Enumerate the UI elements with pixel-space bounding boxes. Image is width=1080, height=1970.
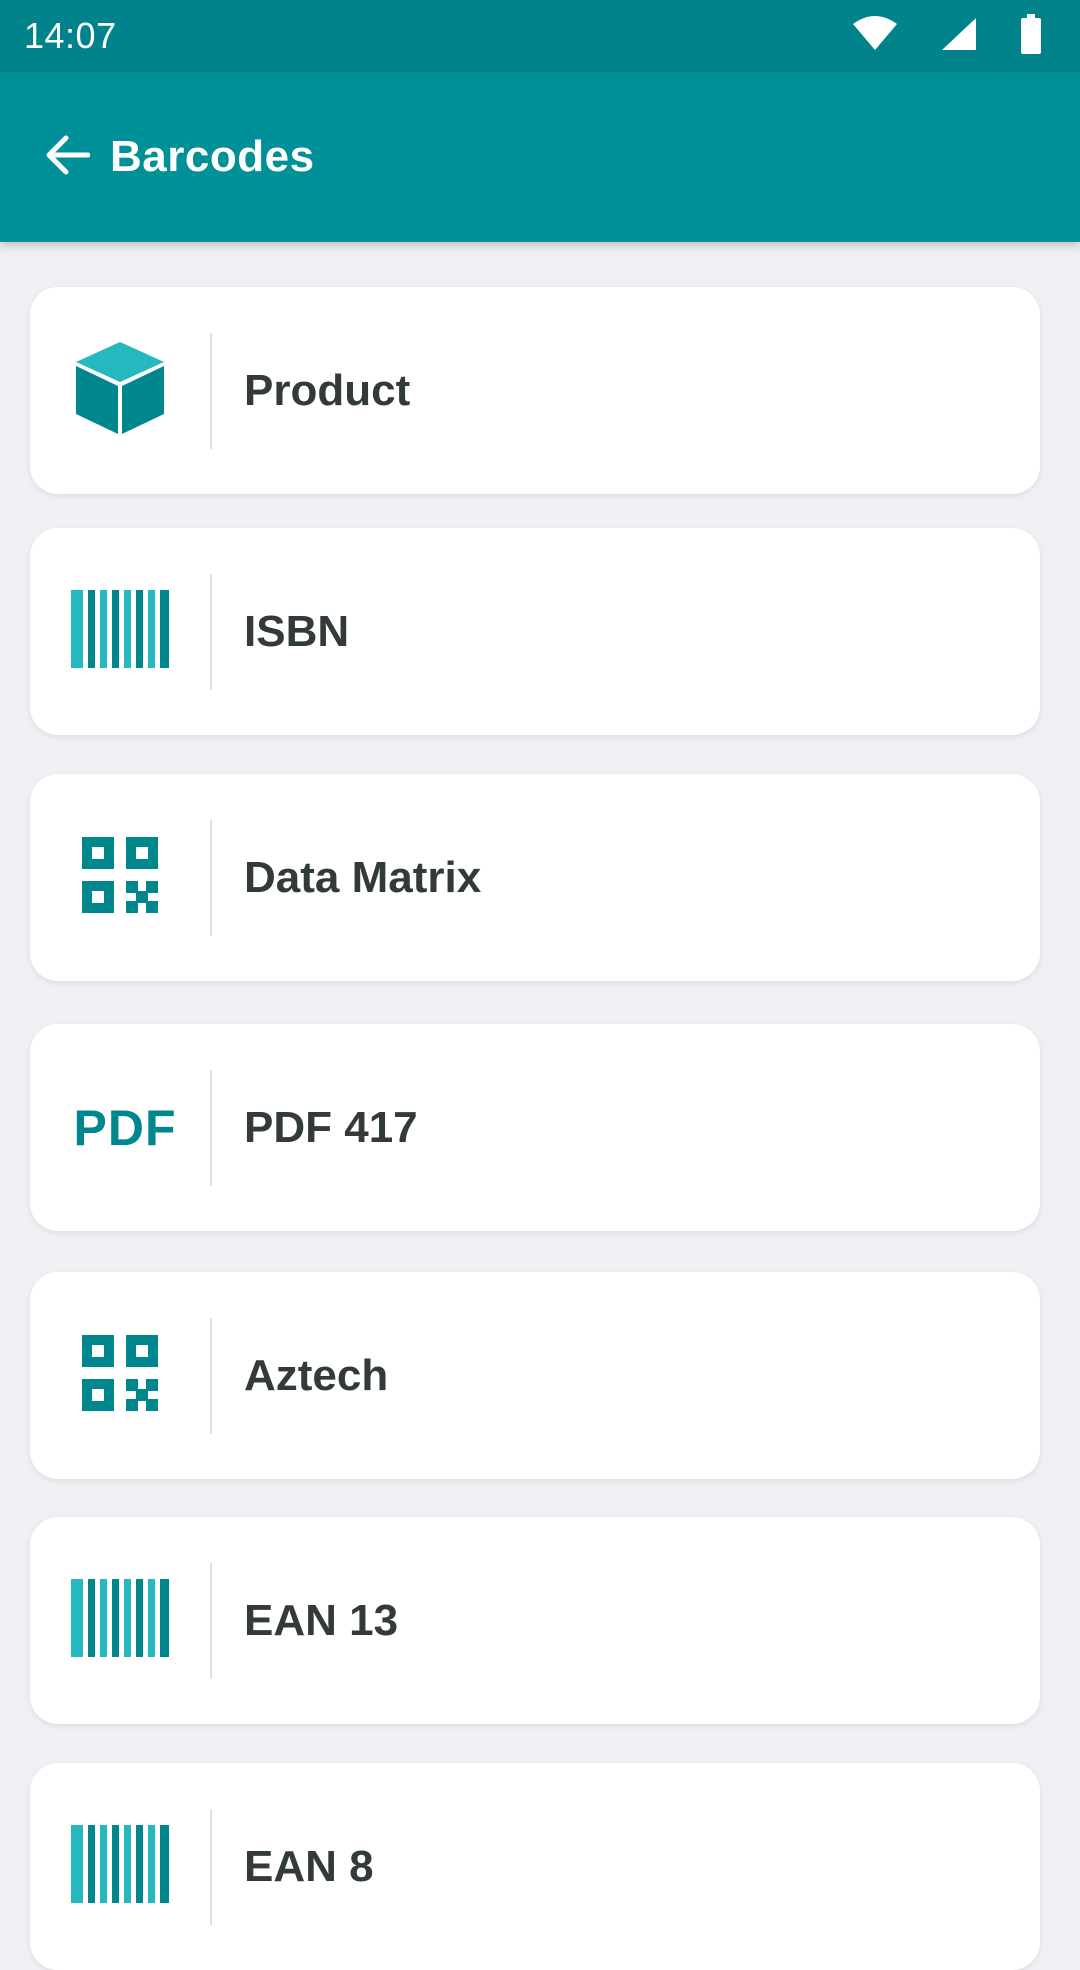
- cell-signal-icon: [940, 16, 978, 57]
- qr-code-icon: [82, 1335, 158, 1416]
- barcode-icon: [71, 1825, 169, 1908]
- list-item-product[interactable]: Product: [30, 287, 1040, 494]
- list-item-label: Data Matrix: [244, 852, 482, 902]
- divider: [210, 332, 212, 449]
- list-item-label: EAN 13: [244, 1595, 399, 1645]
- divider: [210, 573, 212, 690]
- list-item-label: Aztech: [244, 1350, 389, 1400]
- list-item-icon-wrap: [30, 1272, 210, 1479]
- divider: [210, 1317, 212, 1434]
- list-item-label: ISBN: [244, 606, 350, 656]
- list-item-isbn[interactable]: ISBN: [30, 528, 1040, 735]
- divider: [210, 1808, 212, 1925]
- back-button[interactable]: [44, 133, 92, 181]
- app-bar: Barcodes: [0, 72, 1080, 242]
- list-item-icon-wrap: [30, 287, 210, 494]
- list-item-icon-wrap: PDF: [30, 1024, 210, 1231]
- list-item-icon-wrap: [30, 1517, 210, 1724]
- barcode-icon: [71, 590, 169, 673]
- list-item-aztech[interactable]: Aztech: [30, 1272, 1040, 1479]
- list-item-icon-wrap: [30, 528, 210, 735]
- list-item-label: Product: [244, 365, 411, 415]
- battery-icon: [1020, 13, 1042, 59]
- list-item-icon-wrap: [30, 774, 210, 981]
- page-title: Barcodes: [110, 132, 315, 181]
- status-icons: [852, 13, 1042, 59]
- qr-code-icon: [82, 837, 158, 918]
- list-item-ean-8[interactable]: EAN 8: [30, 1763, 1040, 1970]
- list-item-data-matrix[interactable]: Data Matrix: [30, 774, 1040, 981]
- list-item-icon-wrap: [30, 1763, 210, 1970]
- list-item-label: PDF 417: [244, 1102, 418, 1152]
- arrow-left-icon: [46, 135, 91, 180]
- pdf-icon: PDF: [73, 1099, 177, 1156]
- divider: [210, 819, 212, 936]
- divider: [210, 1069, 212, 1186]
- cube-icon: [74, 340, 166, 441]
- list-item-pdf-417[interactable]: PDF PDF 417: [30, 1024, 1040, 1231]
- wifi-icon: [852, 15, 898, 57]
- barcode-icon: [71, 1579, 169, 1662]
- list-item-label: EAN 8: [244, 1841, 374, 1891]
- status-time: 14:07: [24, 15, 117, 56]
- list-item-ean-13[interactable]: EAN 13: [30, 1517, 1040, 1724]
- status-bar: 14:07: [0, 0, 1080, 72]
- divider: [210, 1562, 212, 1679]
